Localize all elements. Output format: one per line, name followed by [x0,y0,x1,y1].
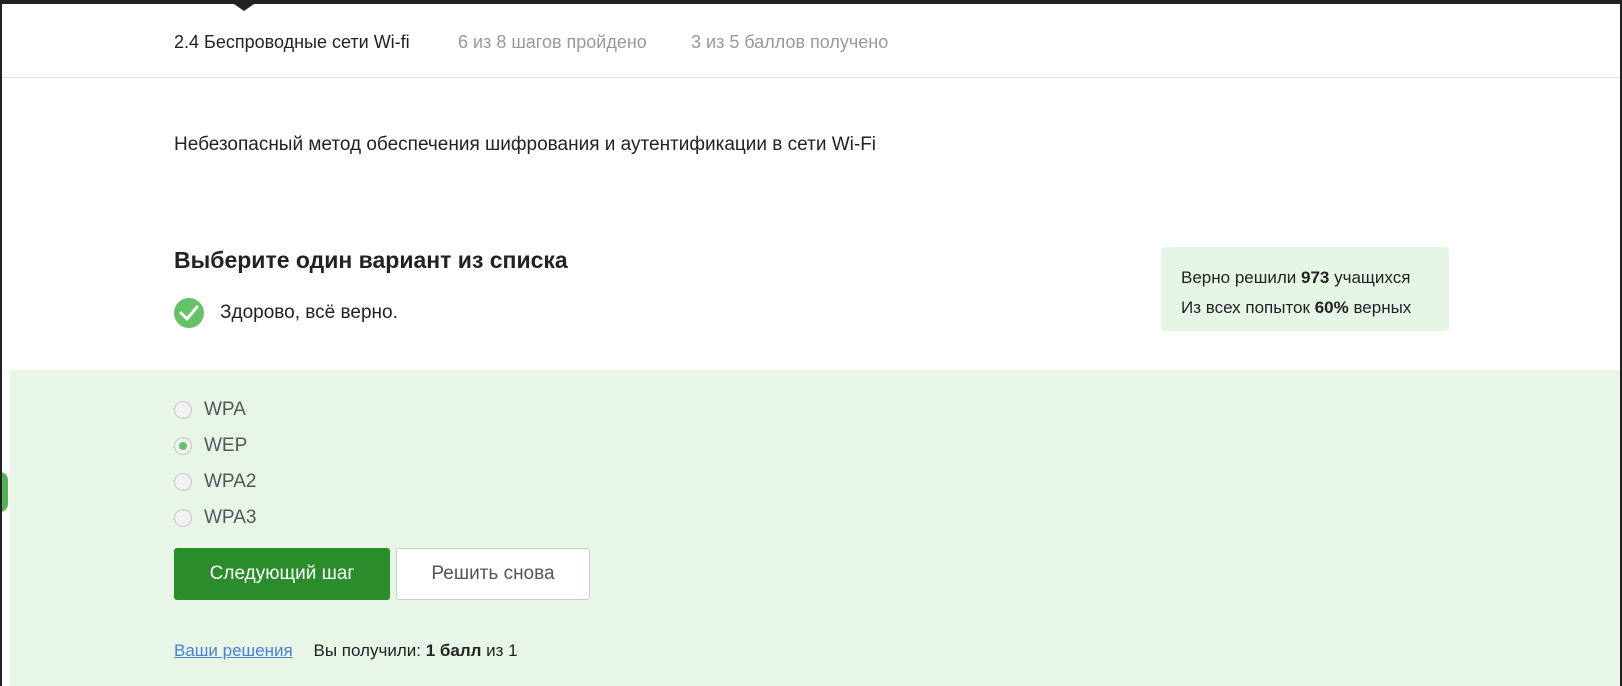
option-label: WPA2 [204,471,257,492]
stats-solved-line: Верно решили 973 учащихся [1181,268,1411,287]
score-progress: 3 из 5 баллов получено [691,32,889,52]
option-label: WEP [204,435,248,456]
option-wpa2[interactable]: WPA2 [174,464,256,500]
lesson-header: 2.4 Беспроводные сети Wi-fi 6 из 8 шагов… [2,4,1620,78]
score-result: Вы получили: 1 балл из 1 [313,641,518,660]
check-icon [174,298,204,328]
stats-box: Верно решили 973 учащихся Из всех попыто… [1161,247,1449,331]
quiz-title: Выберите один вариант из списка [174,247,568,273]
radio-button-selected[interactable] [174,437,192,455]
stats-percent-line: Из всех попыток 60% верных [1181,298,1412,317]
feedback: Здорово, всё верно. [174,298,398,328]
options-list: WPA WEP WPA2 WPA3 [174,392,256,536]
radio-button[interactable] [174,473,192,491]
lesson-title[interactable]: 2.4 Беспроводные сети Wi-fi [174,32,410,53]
score-value: 1 балл [425,641,482,660]
steps-progress: 6 из 8 шагов пройдено [458,32,647,52]
option-label: WPA3 [204,507,257,528]
footer-line: Ваши решения Вы получили: 1 балл из 1 [174,641,518,661]
radio-button[interactable] [174,509,192,527]
option-wep[interactable]: WEP [174,428,256,464]
retry-button[interactable]: Решить снова [396,548,590,600]
solved-count: 973 [1301,268,1330,287]
option-wpa[interactable]: WPA [174,392,256,428]
radio-button[interactable] [174,401,192,419]
side-marker [2,472,8,512]
radio-dot [179,442,187,450]
page-frame: 2.4 Беспроводные сети Wi-fi 6 из 8 шагов… [0,0,1622,686]
success-percent: 60% [1314,298,1349,317]
next-step-button[interactable]: Следующий шаг [174,548,390,600]
option-wpa3[interactable]: WPA3 [174,500,256,536]
question-text: Небезопасный метод обеспечения шифровани… [174,134,877,155]
feedback-text: Здорово, всё верно. [220,302,398,323]
option-label: WPA [204,399,246,420]
your-solutions-link[interactable]: Ваши решения [174,641,293,660]
